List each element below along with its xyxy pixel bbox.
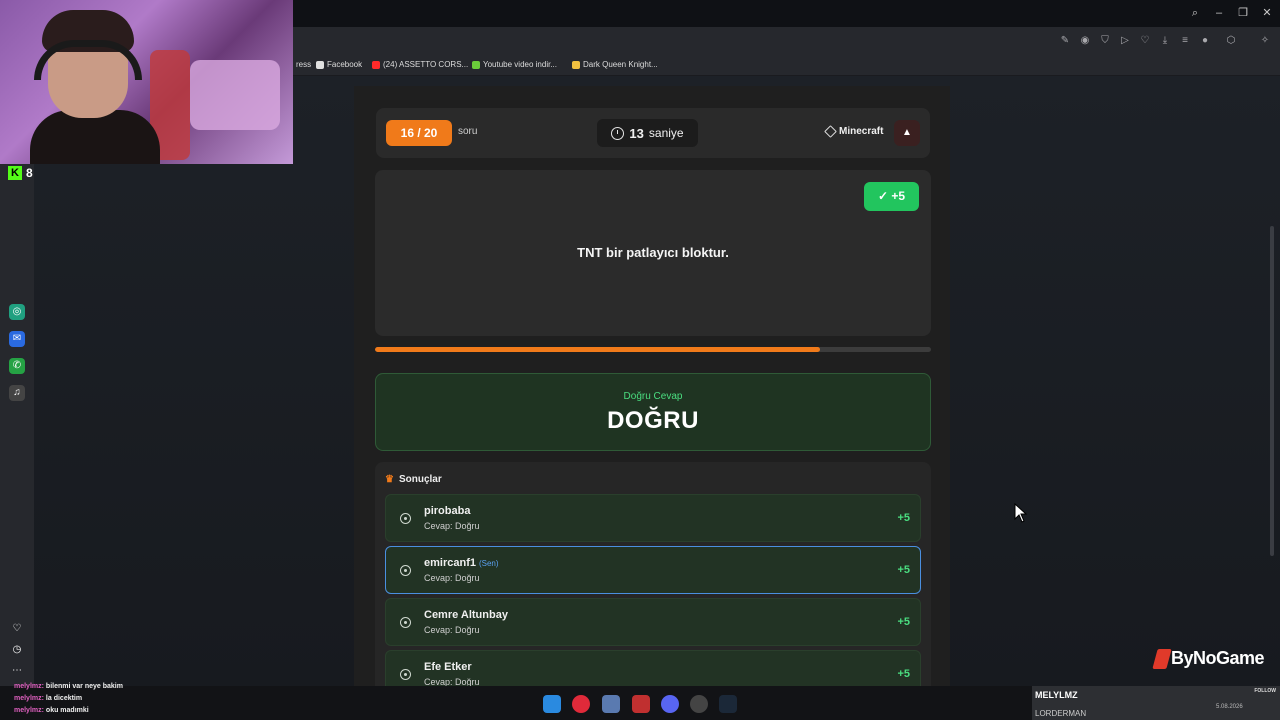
screen: ⌕ – ❐ ✕ ✎ ◉ ⛉ ▷ ♡ ⤓ ≡ ● ⬡ ✧ ress Faceboo… bbox=[0, 0, 1280, 720]
whatsapp-icon[interactable]: ✆ bbox=[9, 358, 25, 374]
kick-icon: K bbox=[8, 166, 22, 180]
windows-start-icon[interactable] bbox=[543, 695, 561, 713]
edit-icon[interactable]: ✎ bbox=[1058, 34, 1072, 48]
timer-value: 13 bbox=[629, 125, 644, 141]
clock-icon bbox=[611, 126, 625, 140]
minimize-icon[interactable]: – bbox=[1212, 6, 1226, 20]
obs-icon[interactable] bbox=[690, 695, 708, 713]
bookmark-item[interactable]: (24) ASSETTO CORS... bbox=[372, 60, 468, 69]
opera-icon[interactable] bbox=[572, 695, 590, 713]
result-row[interactable]: Cemre Altunbay Cevap: Doğru +5 bbox=[385, 598, 921, 646]
app-icon[interactable] bbox=[602, 695, 620, 713]
chat-message: melylmz: bilenmi var neye bakim bbox=[14, 683, 123, 690]
system-date: 5.08.2026 bbox=[1216, 704, 1243, 710]
ai-icon[interactable]: ✧ bbox=[1256, 34, 1274, 48]
page-icon bbox=[316, 60, 324, 69]
question-counter-badge: 16 / 20 bbox=[386, 120, 452, 146]
points-badge: ✓ +5 bbox=[864, 182, 919, 211]
bynogame-icon bbox=[1152, 648, 1172, 669]
player-points: +5 bbox=[897, 668, 910, 680]
close-icon[interactable]: ✕ bbox=[1260, 6, 1274, 20]
results-panel: ♛ Sonuçlar pirobaba Cevap: Doğru +5 emir… bbox=[375, 462, 931, 698]
webcam-person-body bbox=[30, 110, 160, 164]
player-name: pirobaba bbox=[424, 505, 471, 517]
correct-answer-value: DOĞRU bbox=[607, 407, 699, 434]
follow-label: FOLLOW bbox=[1254, 688, 1276, 694]
heart-icon[interactable]: ♡ bbox=[1138, 34, 1152, 48]
webcam-pillow bbox=[190, 60, 280, 130]
search-icon[interactable]: ⌕ bbox=[1188, 6, 1202, 20]
question-card: ✓ +5 TNT bir patlayıcı bloktur. bbox=[375, 170, 931, 336]
player-points: +5 bbox=[897, 616, 910, 628]
play-icon[interactable]: ▷ bbox=[1118, 34, 1132, 48]
chatgpt-icon[interactable]: ◎ bbox=[9, 304, 25, 320]
player-answer: Cevap: Doğru bbox=[424, 521, 480, 531]
target-icon bbox=[400, 565, 411, 576]
game-icon bbox=[572, 60, 580, 69]
target-icon bbox=[400, 669, 411, 680]
question-text: TNT bir patlayıcı bloktur. bbox=[577, 245, 729, 260]
shield-icon[interactable]: ⛉ bbox=[1098, 34, 1112, 48]
viewer-counter: K 8 bbox=[8, 166, 33, 180]
steam-icon[interactable] bbox=[719, 695, 737, 713]
timer-unit: saniye bbox=[648, 126, 684, 140]
report-button[interactable]: ▲ bbox=[894, 120, 920, 146]
player-answer: Cevap: Doğru bbox=[424, 573, 480, 583]
result-row[interactable]: pirobaba Cevap: Doğru +5 bbox=[385, 494, 921, 542]
discord-icon[interactable] bbox=[661, 695, 679, 713]
follow-subtitle: LORDERMAN bbox=[1035, 709, 1087, 718]
music-icon[interactable]: ♫ bbox=[9, 385, 25, 401]
chat-message: melylmz: la dicektim bbox=[14, 695, 83, 702]
more-icon[interactable]: ⋯ bbox=[9, 663, 25, 679]
mouse-cursor-icon bbox=[1014, 503, 1028, 523]
download-icon bbox=[472, 60, 480, 69]
messenger-icon[interactable]: ✉ bbox=[9, 331, 25, 347]
restore-icon[interactable]: ❐ bbox=[1236, 6, 1250, 20]
cube-icon[interactable]: ⬡ bbox=[1224, 34, 1238, 48]
correct-answer-panel: Doğru Cevap DOĞRU bbox=[375, 373, 931, 451]
chat-message: melylmz: oku madımki bbox=[14, 707, 89, 714]
follow-alert: MELYLMZ FOLLOW LORDERMAN bbox=[1032, 686, 1280, 720]
profile-icon[interactable]: ● bbox=[1198, 34, 1212, 48]
youtube-icon bbox=[372, 60, 380, 69]
player-answer: Cevap: Doğru bbox=[424, 625, 480, 635]
bookmark-item[interactable]: Dark Queen Knight... bbox=[572, 60, 658, 69]
timer: 13 saniye bbox=[597, 119, 698, 147]
target-icon bbox=[400, 617, 411, 628]
player-name: emircanf1 (Sen) bbox=[424, 557, 499, 569]
quiz-header: 16 / 20 soru 13 saniye Minecraft ▲ bbox=[376, 108, 930, 158]
bookmark-item[interactable]: Youtube video indir... bbox=[472, 60, 557, 69]
tag-icon bbox=[824, 125, 837, 138]
correct-answer-label: Doğru Cevap bbox=[623, 391, 683, 402]
webcam-overlay bbox=[0, 0, 293, 164]
player-points: +5 bbox=[897, 564, 910, 576]
player-name: Cemre Altunbay bbox=[424, 609, 508, 621]
target-icon bbox=[400, 513, 411, 524]
follower-name: MELYLMZ bbox=[1035, 690, 1078, 700]
history-icon[interactable]: ◷ bbox=[9, 642, 25, 658]
player-points: +5 bbox=[897, 512, 910, 524]
bookmark-item[interactable]: Facebook bbox=[316, 60, 362, 69]
result-row-self[interactable]: emircanf1 (Sen) Cevap: Doğru +5 bbox=[385, 546, 921, 594]
category-label: Minecraft bbox=[839, 126, 884, 137]
menu-icon[interactable]: ≡ bbox=[1178, 34, 1192, 48]
video-app-icon[interactable] bbox=[632, 695, 650, 713]
brand-logo: ByNoGame bbox=[1152, 648, 1265, 669]
self-tag: (Sen) bbox=[478, 559, 499, 568]
question-unit-label: soru bbox=[458, 126, 478, 137]
bookmark-item[interactable]: ress bbox=[296, 60, 311, 69]
camera-icon[interactable]: ◉ bbox=[1078, 34, 1092, 48]
category-tag: Minecraft bbox=[824, 125, 884, 138]
scrollbar[interactable] bbox=[1270, 226, 1274, 556]
crown-icon: ♛ bbox=[385, 474, 394, 485]
results-title-label: Sonuçlar bbox=[398, 474, 442, 485]
results-title: ♛ Sonuçlar bbox=[385, 474, 442, 485]
viewer-count: 8 bbox=[26, 166, 33, 180]
player-name: Efe Etker bbox=[424, 661, 472, 673]
time-progress-fill bbox=[375, 347, 820, 352]
heart-icon[interactable]: ♡ bbox=[9, 621, 25, 637]
download-icon[interactable]: ⤓ bbox=[1158, 34, 1172, 48]
time-progress-bar bbox=[375, 347, 931, 352]
brand-label: ByNoGame bbox=[1171, 648, 1265, 668]
